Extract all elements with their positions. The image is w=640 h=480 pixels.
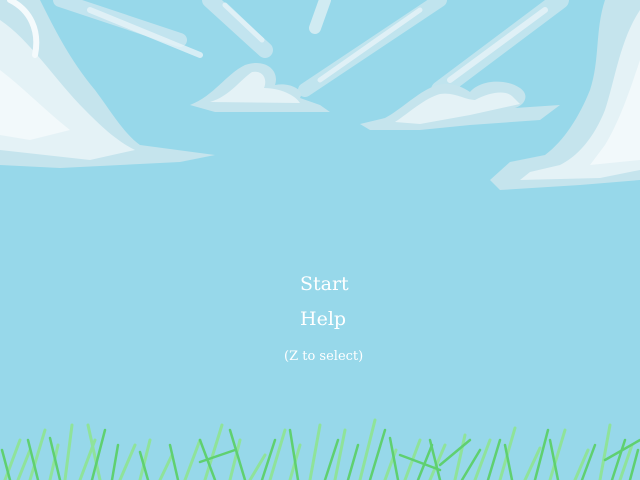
main-menu: Start Help <box>300 272 420 342</box>
game-background <box>0 0 640 480</box>
select-hint: (Z to select) <box>284 349 364 364</box>
start-button[interactable]: Start <box>300 272 420 296</box>
help-button[interactable]: Help <box>300 307 420 331</box>
